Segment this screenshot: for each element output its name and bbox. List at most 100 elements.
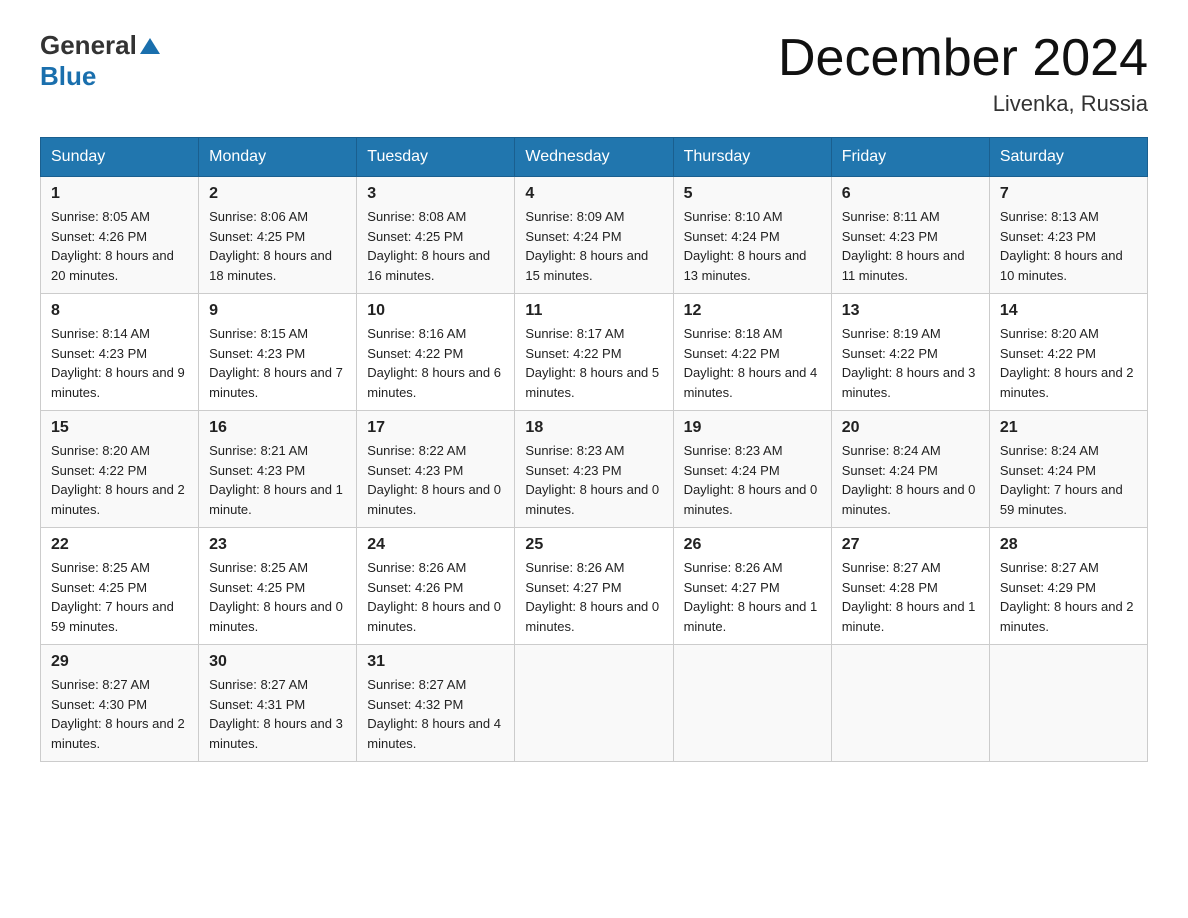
header-saturday: Saturday (989, 138, 1147, 177)
day-number: 14 (1000, 302, 1137, 320)
day-info: Sunrise: 8:25 AM Sunset: 4:25 PM Dayligh… (209, 558, 346, 636)
day-info: Sunrise: 8:10 AM Sunset: 4:24 PM Dayligh… (684, 207, 821, 285)
day-info: Sunrise: 8:24 AM Sunset: 4:24 PM Dayligh… (842, 441, 979, 519)
calendar-cell: 24 Sunrise: 8:26 AM Sunset: 4:26 PM Dayl… (357, 528, 515, 645)
calendar-cell: 15 Sunrise: 8:20 AM Sunset: 4:22 PM Dayl… (41, 411, 199, 528)
day-info: Sunrise: 8:19 AM Sunset: 4:22 PM Dayligh… (842, 324, 979, 402)
calendar-cell: 11 Sunrise: 8:17 AM Sunset: 4:22 PM Dayl… (515, 294, 673, 411)
calendar-cell: 10 Sunrise: 8:16 AM Sunset: 4:22 PM Dayl… (357, 294, 515, 411)
day-number: 8 (51, 302, 188, 320)
day-info: Sunrise: 8:20 AM Sunset: 4:22 PM Dayligh… (1000, 324, 1137, 402)
day-number: 13 (842, 302, 979, 320)
day-number: 6 (842, 185, 979, 203)
title-block: December 2024 Livenka, Russia (778, 30, 1148, 117)
calendar-cell: 9 Sunrise: 8:15 AM Sunset: 4:23 PM Dayli… (199, 294, 357, 411)
calendar-cell: 29 Sunrise: 8:27 AM Sunset: 4:30 PM Dayl… (41, 645, 199, 762)
calendar-week-row: 1 Sunrise: 8:05 AM Sunset: 4:26 PM Dayli… (41, 177, 1148, 294)
calendar-cell: 17 Sunrise: 8:22 AM Sunset: 4:23 PM Dayl… (357, 411, 515, 528)
day-number: 11 (525, 302, 662, 320)
day-info: Sunrise: 8:27 AM Sunset: 4:30 PM Dayligh… (51, 675, 188, 753)
day-info: Sunrise: 8:13 AM Sunset: 4:23 PM Dayligh… (1000, 207, 1137, 285)
calendar-cell: 25 Sunrise: 8:26 AM Sunset: 4:27 PM Dayl… (515, 528, 673, 645)
day-info: Sunrise: 8:11 AM Sunset: 4:23 PM Dayligh… (842, 207, 979, 285)
calendar-week-row: 22 Sunrise: 8:25 AM Sunset: 4:25 PM Dayl… (41, 528, 1148, 645)
calendar-cell: 21 Sunrise: 8:24 AM Sunset: 4:24 PM Dayl… (989, 411, 1147, 528)
day-info: Sunrise: 8:27 AM Sunset: 4:28 PM Dayligh… (842, 558, 979, 636)
day-info: Sunrise: 8:18 AM Sunset: 4:22 PM Dayligh… (684, 324, 821, 402)
day-number: 29 (51, 653, 188, 671)
header-monday: Monday (199, 138, 357, 177)
calendar-cell: 8 Sunrise: 8:14 AM Sunset: 4:23 PM Dayli… (41, 294, 199, 411)
calendar-cell: 4 Sunrise: 8:09 AM Sunset: 4:24 PM Dayli… (515, 177, 673, 294)
day-info: Sunrise: 8:05 AM Sunset: 4:26 PM Dayligh… (51, 207, 188, 285)
day-info: Sunrise: 8:27 AM Sunset: 4:31 PM Dayligh… (209, 675, 346, 753)
calendar-cell: 19 Sunrise: 8:23 AM Sunset: 4:24 PM Dayl… (673, 411, 831, 528)
calendar-week-row: 29 Sunrise: 8:27 AM Sunset: 4:30 PM Dayl… (41, 645, 1148, 762)
day-number: 1 (51, 185, 188, 203)
day-info: Sunrise: 8:26 AM Sunset: 4:26 PM Dayligh… (367, 558, 504, 636)
calendar-cell: 5 Sunrise: 8:10 AM Sunset: 4:24 PM Dayli… (673, 177, 831, 294)
calendar-cell: 26 Sunrise: 8:26 AM Sunset: 4:27 PM Dayl… (673, 528, 831, 645)
day-info: Sunrise: 8:09 AM Sunset: 4:24 PM Dayligh… (525, 207, 662, 285)
calendar-cell: 7 Sunrise: 8:13 AM Sunset: 4:23 PM Dayli… (989, 177, 1147, 294)
calendar-cell: 27 Sunrise: 8:27 AM Sunset: 4:28 PM Dayl… (831, 528, 989, 645)
day-number: 27 (842, 536, 979, 554)
header-friday: Friday (831, 138, 989, 177)
day-info: Sunrise: 8:27 AM Sunset: 4:29 PM Dayligh… (1000, 558, 1137, 636)
calendar-cell: 20 Sunrise: 8:24 AM Sunset: 4:24 PM Dayl… (831, 411, 989, 528)
day-number: 16 (209, 419, 346, 437)
day-info: Sunrise: 8:23 AM Sunset: 4:23 PM Dayligh… (525, 441, 662, 519)
calendar-cell: 2 Sunrise: 8:06 AM Sunset: 4:25 PM Dayli… (199, 177, 357, 294)
month-year-title: December 2024 (778, 30, 1148, 87)
day-number: 18 (525, 419, 662, 437)
day-number: 22 (51, 536, 188, 554)
header-thursday: Thursday (673, 138, 831, 177)
day-number: 28 (1000, 536, 1137, 554)
page-header: General Blue December 2024 Livenka, Russ… (40, 30, 1148, 117)
calendar-cell: 6 Sunrise: 8:11 AM Sunset: 4:23 PM Dayli… (831, 177, 989, 294)
day-info: Sunrise: 8:26 AM Sunset: 4:27 PM Dayligh… (684, 558, 821, 636)
calendar-cell (989, 645, 1147, 762)
day-number: 5 (684, 185, 821, 203)
day-number: 4 (525, 185, 662, 203)
calendar-cell: 18 Sunrise: 8:23 AM Sunset: 4:23 PM Dayl… (515, 411, 673, 528)
day-number: 9 (209, 302, 346, 320)
calendar-cell: 14 Sunrise: 8:20 AM Sunset: 4:22 PM Dayl… (989, 294, 1147, 411)
day-number: 7 (1000, 185, 1137, 203)
day-number: 15 (51, 419, 188, 437)
calendar-cell: 31 Sunrise: 8:27 AM Sunset: 4:32 PM Dayl… (357, 645, 515, 762)
day-number: 26 (684, 536, 821, 554)
calendar-cell (515, 645, 673, 762)
day-info: Sunrise: 8:21 AM Sunset: 4:23 PM Dayligh… (209, 441, 346, 519)
day-info: Sunrise: 8:23 AM Sunset: 4:24 PM Dayligh… (684, 441, 821, 519)
day-info: Sunrise: 8:24 AM Sunset: 4:24 PM Dayligh… (1000, 441, 1137, 519)
calendar-table: SundayMondayTuesdayWednesdayThursdayFrid… (40, 137, 1148, 762)
calendar-cell: 12 Sunrise: 8:18 AM Sunset: 4:22 PM Dayl… (673, 294, 831, 411)
day-number: 20 (842, 419, 979, 437)
day-number: 3 (367, 185, 504, 203)
calendar-cell: 30 Sunrise: 8:27 AM Sunset: 4:31 PM Dayl… (199, 645, 357, 762)
day-info: Sunrise: 8:22 AM Sunset: 4:23 PM Dayligh… (367, 441, 504, 519)
day-info: Sunrise: 8:20 AM Sunset: 4:22 PM Dayligh… (51, 441, 188, 519)
logo: General Blue (40, 30, 160, 92)
calendar-cell: 16 Sunrise: 8:21 AM Sunset: 4:23 PM Dayl… (199, 411, 357, 528)
day-number: 10 (367, 302, 504, 320)
day-number: 2 (209, 185, 346, 203)
day-info: Sunrise: 8:06 AM Sunset: 4:25 PM Dayligh… (209, 207, 346, 285)
day-number: 19 (684, 419, 821, 437)
calendar-cell (673, 645, 831, 762)
calendar-cell: 28 Sunrise: 8:27 AM Sunset: 4:29 PM Dayl… (989, 528, 1147, 645)
day-number: 21 (1000, 419, 1137, 437)
logo-blue: Blue (40, 61, 96, 91)
calendar-cell: 22 Sunrise: 8:25 AM Sunset: 4:25 PM Dayl… (41, 528, 199, 645)
day-info: Sunrise: 8:08 AM Sunset: 4:25 PM Dayligh… (367, 207, 504, 285)
calendar-cell: 13 Sunrise: 8:19 AM Sunset: 4:22 PM Dayl… (831, 294, 989, 411)
header-tuesday: Tuesday (357, 138, 515, 177)
day-number: 12 (684, 302, 821, 320)
day-info: Sunrise: 8:15 AM Sunset: 4:23 PM Dayligh… (209, 324, 346, 402)
day-number: 17 (367, 419, 504, 437)
header-sunday: Sunday (41, 138, 199, 177)
day-number: 23 (209, 536, 346, 554)
day-info: Sunrise: 8:17 AM Sunset: 4:22 PM Dayligh… (525, 324, 662, 402)
day-number: 25 (525, 536, 662, 554)
